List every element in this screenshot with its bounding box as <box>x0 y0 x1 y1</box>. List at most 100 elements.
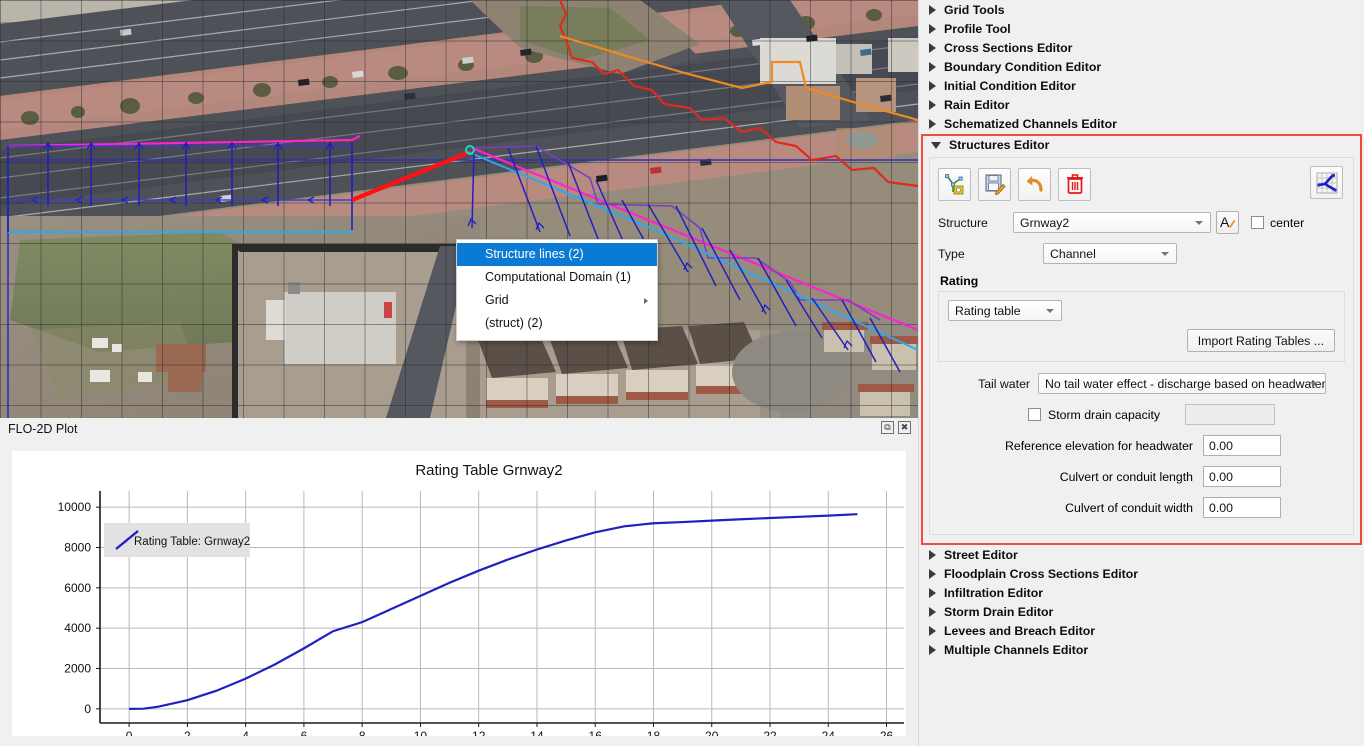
structure-numeric-fields: Reference elevation for headwater0.00Cul… <box>938 435 1345 518</box>
chevron-right-icon[interactable] <box>929 569 936 579</box>
tree-item-infiltration-editor[interactable]: Infiltration Editor <box>919 583 1364 602</box>
chevron-right-icon[interactable] <box>929 550 936 560</box>
tree-item-profile-tool[interactable]: Profile Tool <box>919 19 1364 38</box>
chart-y-tick-label: 8000 <box>64 540 91 554</box>
storm-drain-value-input[interactable] <box>1185 404 1275 425</box>
chart-x-tick-label: 24 <box>822 729 836 736</box>
tree-item-floodplain-cross-sections-editor[interactable]: Floodplain Cross Sections Editor <box>919 564 1364 583</box>
chevron-right-icon[interactable] <box>929 5 936 15</box>
tree-item-grid-tools[interactable]: Grid Tools <box>919 0 1364 19</box>
tree-item-street-editor[interactable]: Street Editor <box>919 545 1364 564</box>
tree-item-label: Cross Sections Editor <box>944 41 1072 55</box>
tree-item-boundary-condition-editor[interactable]: Boundary Condition Editor <box>919 57 1364 76</box>
undo-icon[interactable] <box>1018 168 1051 201</box>
save-icon[interactable] <box>978 168 1011 201</box>
context-menu-item-computational-domain[interactable]: Computational Domain (1) <box>457 266 657 289</box>
type-select[interactable]: Channel <box>1043 243 1177 264</box>
context-menu-item-label: Grid <box>485 293 509 307</box>
chevron-right-icon[interactable] <box>929 100 936 110</box>
editors-tree-top: Grid Tools Profile Tool Cross Sections Edi… <box>919 0 1364 133</box>
float-window-icon[interactable]: ⧉ <box>881 421 894 434</box>
chevron-right-icon[interactable] <box>929 81 936 91</box>
center-checkbox[interactable] <box>1251 216 1264 229</box>
tail-water-select[interactable]: No tail water effect - discharge based o… <box>1038 373 1326 394</box>
numeric-field-value: 0.00 <box>1209 501 1233 515</box>
numeric-field-value: 0.00 <box>1209 439 1233 453</box>
chart-canvas[interactable]: Rating Table Grnway2 0200040006000800010… <box>12 451 906 736</box>
numeric-field-label: Reference elevation for headwater <box>938 439 1203 453</box>
tree-item-schematized-channels-editor[interactable]: Schematized Channels Editor <box>919 114 1364 133</box>
delete-icon[interactable] <box>1058 168 1091 201</box>
chevron-right-icon[interactable] <box>929 62 936 72</box>
structures-editor-body: Structure Grnway2 A center <box>929 157 1354 535</box>
numeric-field-label: Culvert of conduit width <box>938 501 1203 515</box>
context-menu-item-grid[interactable]: Grid <box>457 289 657 312</box>
chevron-right-icon[interactable] <box>929 626 936 636</box>
numeric-field-input[interactable]: 0.00 <box>1203 435 1281 456</box>
aerial-photo-render <box>0 0 918 418</box>
structure-label: Structure <box>938 216 1013 230</box>
tree-item-label: Grid Tools <box>944 3 1005 17</box>
chart-y-tick-label: 4000 <box>64 621 91 635</box>
context-menu-item-structure-lines[interactable]: Structure lines (2) <box>457 243 657 266</box>
chevron-right-icon[interactable] <box>929 43 936 53</box>
tree-item-cross-sections-editor[interactable]: Cross Sections Editor <box>919 38 1364 57</box>
numeric-field-input[interactable]: 0.00 <box>1203 497 1281 518</box>
tree-item-label: Floodplain Cross Sections Editor <box>944 567 1138 581</box>
map-canvas[interactable]: Structure lines (2) Computational Domain… <box>0 0 918 418</box>
chevron-right-icon <box>644 298 648 304</box>
numeric-field-row: Reference elevation for headwater 0.00 <box>938 435 1345 456</box>
chart-x-tick-label: 12 <box>472 729 486 736</box>
svg-text:A: A <box>1220 214 1230 230</box>
tree-item-label: Rain Editor <box>944 98 1010 112</box>
import-rating-tables-button[interactable]: Import Rating Tables ... <box>1187 329 1335 352</box>
tree-item-label: Profile Tool <box>944 22 1011 36</box>
add-structure-icon[interactable] <box>938 168 971 201</box>
chart-x-tick-label: 4 <box>242 729 249 736</box>
chevron-right-icon[interactable] <box>929 588 936 598</box>
chart-x-tick-label: 16 <box>589 729 603 736</box>
chevron-right-icon[interactable] <box>929 645 936 655</box>
center-checkbox-label: center <box>1270 216 1304 230</box>
chevron-down-icon[interactable] <box>931 142 941 149</box>
tree-item-multiple-channels-editor[interactable]: Multiple Channels Editor <box>919 640 1364 659</box>
structure-select[interactable]: Grnway2 <box>1013 212 1211 233</box>
tree-item-rain-editor[interactable]: Rain Editor <box>919 95 1364 114</box>
tree-item-storm-drain-editor[interactable]: Storm Drain Editor <box>919 602 1364 621</box>
numeric-field-input[interactable]: 0.00 <box>1203 466 1281 487</box>
map-context-menu[interactable]: Structure lines (2) Computational Domain… <box>456 239 658 341</box>
context-menu-item-label: Structure lines (2) <box>485 247 584 261</box>
context-menu-item-label: (struct) (2) <box>485 316 543 330</box>
type-select-value: Channel <box>1050 247 1096 261</box>
rating-mode-select[interactable]: Rating table <box>948 300 1062 321</box>
close-icon[interactable]: ✖ <box>898 421 911 434</box>
chevron-right-icon[interactable] <box>929 607 936 617</box>
aerial-imagery <box>0 0 918 418</box>
chevron-down-icon <box>1161 252 1169 256</box>
editors-tree-bottom: Street Editor Floodplain Cross Sections E… <box>919 545 1364 659</box>
chevron-right-icon[interactable] <box>929 119 936 129</box>
rating-mode-value: Rating table <box>955 304 1021 318</box>
chart-legend-label: Rating Table: Grnway2 <box>134 536 250 548</box>
tree-item-levees-and-breach-editor[interactable]: Levees and Breach Editor <box>919 621 1364 640</box>
context-menu-item-label: Computational Domain (1) <box>485 270 631 284</box>
flo2d-plot-panel: FLO-2D Plot ⧉ ✖ Rating Table Grnway2 020… <box>0 418 918 746</box>
tree-item-initial-condition-editor[interactable]: Initial Condition Editor <box>919 76 1364 95</box>
chart-y-tick-label: 6000 <box>64 581 91 595</box>
tree-item-label: Initial Condition Editor <box>944 79 1076 93</box>
import-rating-tables-label: Import Rating Tables ... <box>1198 334 1324 348</box>
storm-drain-row: Storm drain capacity <box>938 404 1345 425</box>
context-menu-item-struct[interactable]: (struct) (2) <box>457 312 657 335</box>
tree-item-label: Schematized Channels Editor <box>944 117 1117 131</box>
structures-editor-header[interactable]: Structures Editor <box>923 136 1360 154</box>
type-row: Type Channel <box>938 243 1345 264</box>
chart-y-tick-label: 0 <box>84 702 91 716</box>
structures-editor-label: Structures Editor <box>949 138 1049 152</box>
rename-icon[interactable]: A <box>1216 211 1239 234</box>
chart-x-tick-label: 22 <box>763 729 777 736</box>
chart-y-tick-label: 10000 <box>58 500 92 514</box>
chevron-down-icon <box>1046 309 1054 313</box>
storm-drain-checkbox[interactable] <box>1028 408 1041 421</box>
chevron-right-icon[interactable] <box>929 24 936 34</box>
plot-rating-icon[interactable] <box>1310 166 1343 199</box>
